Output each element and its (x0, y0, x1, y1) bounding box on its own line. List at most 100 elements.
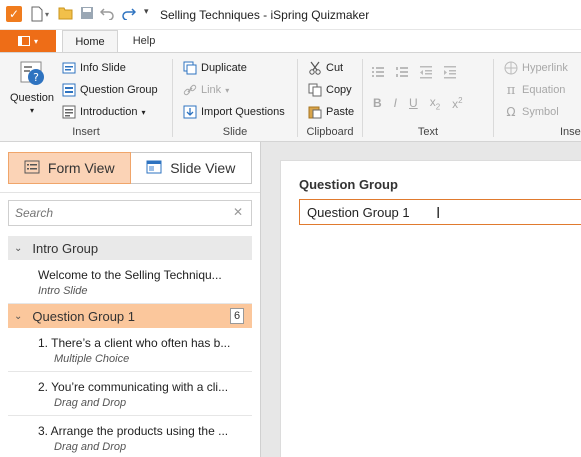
list-item[interactable]: 1. There’s a client who often has b... M… (8, 328, 252, 372)
numbered-list-icon[interactable] (395, 65, 409, 79)
tree-group-question-group-1[interactable]: ⌄ Question Group 1 6 (8, 304, 252, 328)
slide-title: 3. Arrange the products using the ... (38, 424, 229, 438)
import-icon (183, 105, 197, 119)
insert-objects-group-label: Inse (560, 126, 581, 138)
question-group-icon (62, 83, 76, 97)
ribbon: ? Question ▾ Info Slide Question Group I… (0, 52, 581, 142)
divider (0, 192, 260, 193)
redo-icon[interactable] (122, 6, 136, 20)
bold-icon[interactable]: B (373, 96, 382, 110)
group-name: Intro Group (32, 240, 99, 256)
cut-button[interactable]: Cut (308, 61, 343, 75)
slide-type: Intro Slide (38, 285, 88, 297)
equation-icon: π (506, 82, 516, 98)
duplicate-icon (183, 61, 197, 75)
copy-label: Copy (326, 84, 352, 96)
copy-button[interactable]: Copy (308, 83, 352, 97)
title-bar: ✓ ▾ ▾ Selling Techniques - iSpring Quizm… (0, 0, 581, 30)
duplicate-button[interactable]: Duplicate (183, 61, 247, 75)
question-group-button[interactable]: Question Group (62, 83, 158, 97)
question-icon: ? (18, 59, 46, 90)
text-group-label: Text (417, 126, 439, 138)
introduction-button[interactable]: Introduction ▾ (62, 105, 146, 119)
cut-label: Cut (326, 62, 344, 74)
subscript-icon[interactable]: x2 (430, 95, 440, 111)
clipboard-group: Cut Copy Paste Clipboard (298, 53, 362, 141)
slide-list-panel: Form View Slide View ✕ ⌄ Intro Group Wel… (0, 142, 261, 457)
chevron-down-icon: ▾ (141, 107, 146, 117)
bullet-list-icon[interactable] (371, 65, 385, 79)
decrease-indent-icon[interactable] (419, 65, 433, 79)
paste-button[interactable]: Paste (308, 105, 354, 119)
increase-indent-icon[interactable] (443, 65, 457, 79)
link-button[interactable]: Link ▾ (183, 83, 229, 97)
import-questions-button[interactable]: Import Questions (183, 105, 285, 119)
undo-icon[interactable] (100, 6, 114, 20)
chevron-down-icon: ▾ (225, 85, 230, 95)
question-button[interactable]: ? Question ▾ (10, 59, 54, 115)
paste-icon (308, 105, 322, 119)
import-questions-label: Import Questions (201, 106, 285, 118)
editor-pane: Question Group I (261, 142, 581, 457)
text-group: B I U x2 x2 Text (363, 53, 493, 141)
form-view-button[interactable]: Form View (8, 152, 131, 184)
link-icon (183, 83, 197, 97)
insert-group: ? Question ▾ Info Slide Question Group I… (0, 53, 172, 141)
info-slide-button[interactable]: Info Slide (62, 61, 126, 75)
new-icon[interactable]: ▾ (30, 6, 49, 22)
font-style-tools: B I U x2 x2 (373, 95, 463, 111)
slide-type: Drag and Drop (54, 397, 127, 409)
italic-icon[interactable]: I (394, 96, 397, 110)
clipboard-group-label: Clipboard (306, 126, 354, 138)
slide-title: 1. There’s a client who often has b... (38, 336, 231, 350)
chevron-down-icon: ▾ (33, 36, 38, 46)
equation-button[interactable]: π Equation (504, 82, 566, 98)
customize-toolbar-icon[interactable]: ▾ (144, 6, 149, 17)
superscript-icon[interactable]: x2 (452, 96, 462, 111)
question-group-name-input[interactable] (307, 203, 577, 222)
question-group-form: Question Group I (280, 160, 581, 457)
view-toggle: Form View Slide View (8, 152, 252, 184)
info-slide-label: Info Slide (80, 62, 126, 74)
info-slide-icon (62, 61, 76, 75)
search-input[interactable] (15, 204, 225, 222)
hyperlink-label: Hyperlink (522, 62, 568, 74)
question-group-label: Question Group (80, 84, 158, 96)
equation-label: Equation (522, 84, 566, 96)
omega-icon: Ω (506, 105, 516, 119)
group-name: Question Group 1 (32, 308, 136, 324)
tab-help[interactable]: Help (122, 30, 166, 52)
introduction-label: Introduction (80, 106, 138, 118)
paragraph-tools (371, 65, 457, 79)
slide-view-button[interactable]: Slide View (130, 152, 252, 184)
underline-icon[interactable]: U (409, 96, 418, 110)
slide-title: 2. You’re communicating with a cli... (38, 380, 229, 394)
form-view-icon (24, 160, 40, 177)
save-icon[interactable] (80, 6, 94, 20)
open-icon[interactable] (58, 6, 74, 20)
insert-objects-group: Hyperlink π Equation Ω Symbol Inse (494, 53, 581, 141)
paste-label: Paste (326, 106, 355, 118)
chevron-down-icon: ▾ (30, 106, 35, 115)
slide-view-icon (146, 160, 162, 177)
close-icon[interactable]: ✕ (233, 205, 243, 219)
svg-text:?: ? (33, 71, 39, 84)
question-group-name-field: I (299, 199, 581, 225)
scissors-icon (308, 61, 322, 75)
tab-home[interactable]: Home (62, 30, 118, 52)
hyperlink-button[interactable]: Hyperlink (504, 61, 568, 75)
text-cursor-icon: I (436, 204, 441, 222)
chevron-down-icon[interactable]: ⌄ (14, 311, 22, 322)
chevron-down-icon[interactable]: ⌄ (14, 243, 22, 254)
question-group-label: Question Group (299, 177, 398, 192)
question-count-badge: 6 (230, 308, 244, 324)
file-menu-button[interactable]: ▾ (0, 30, 56, 52)
tree-group-intro[interactable]: ⌄ Intro Group (8, 236, 252, 260)
list-item[interactable]: 3. Arrange the products using the ... Dr… (8, 416, 252, 457)
list-item[interactable]: Welcome to the Selling Techniqu... Intro… (8, 260, 252, 304)
list-item[interactable]: 2. You’re communicating with a cli... Dr… (8, 372, 252, 416)
symbol-button[interactable]: Ω Symbol (504, 105, 558, 119)
slide-type: Multiple Choice (54, 353, 130, 365)
duplicate-label: Duplicate (201, 62, 247, 74)
menu-icon (17, 36, 30, 46)
